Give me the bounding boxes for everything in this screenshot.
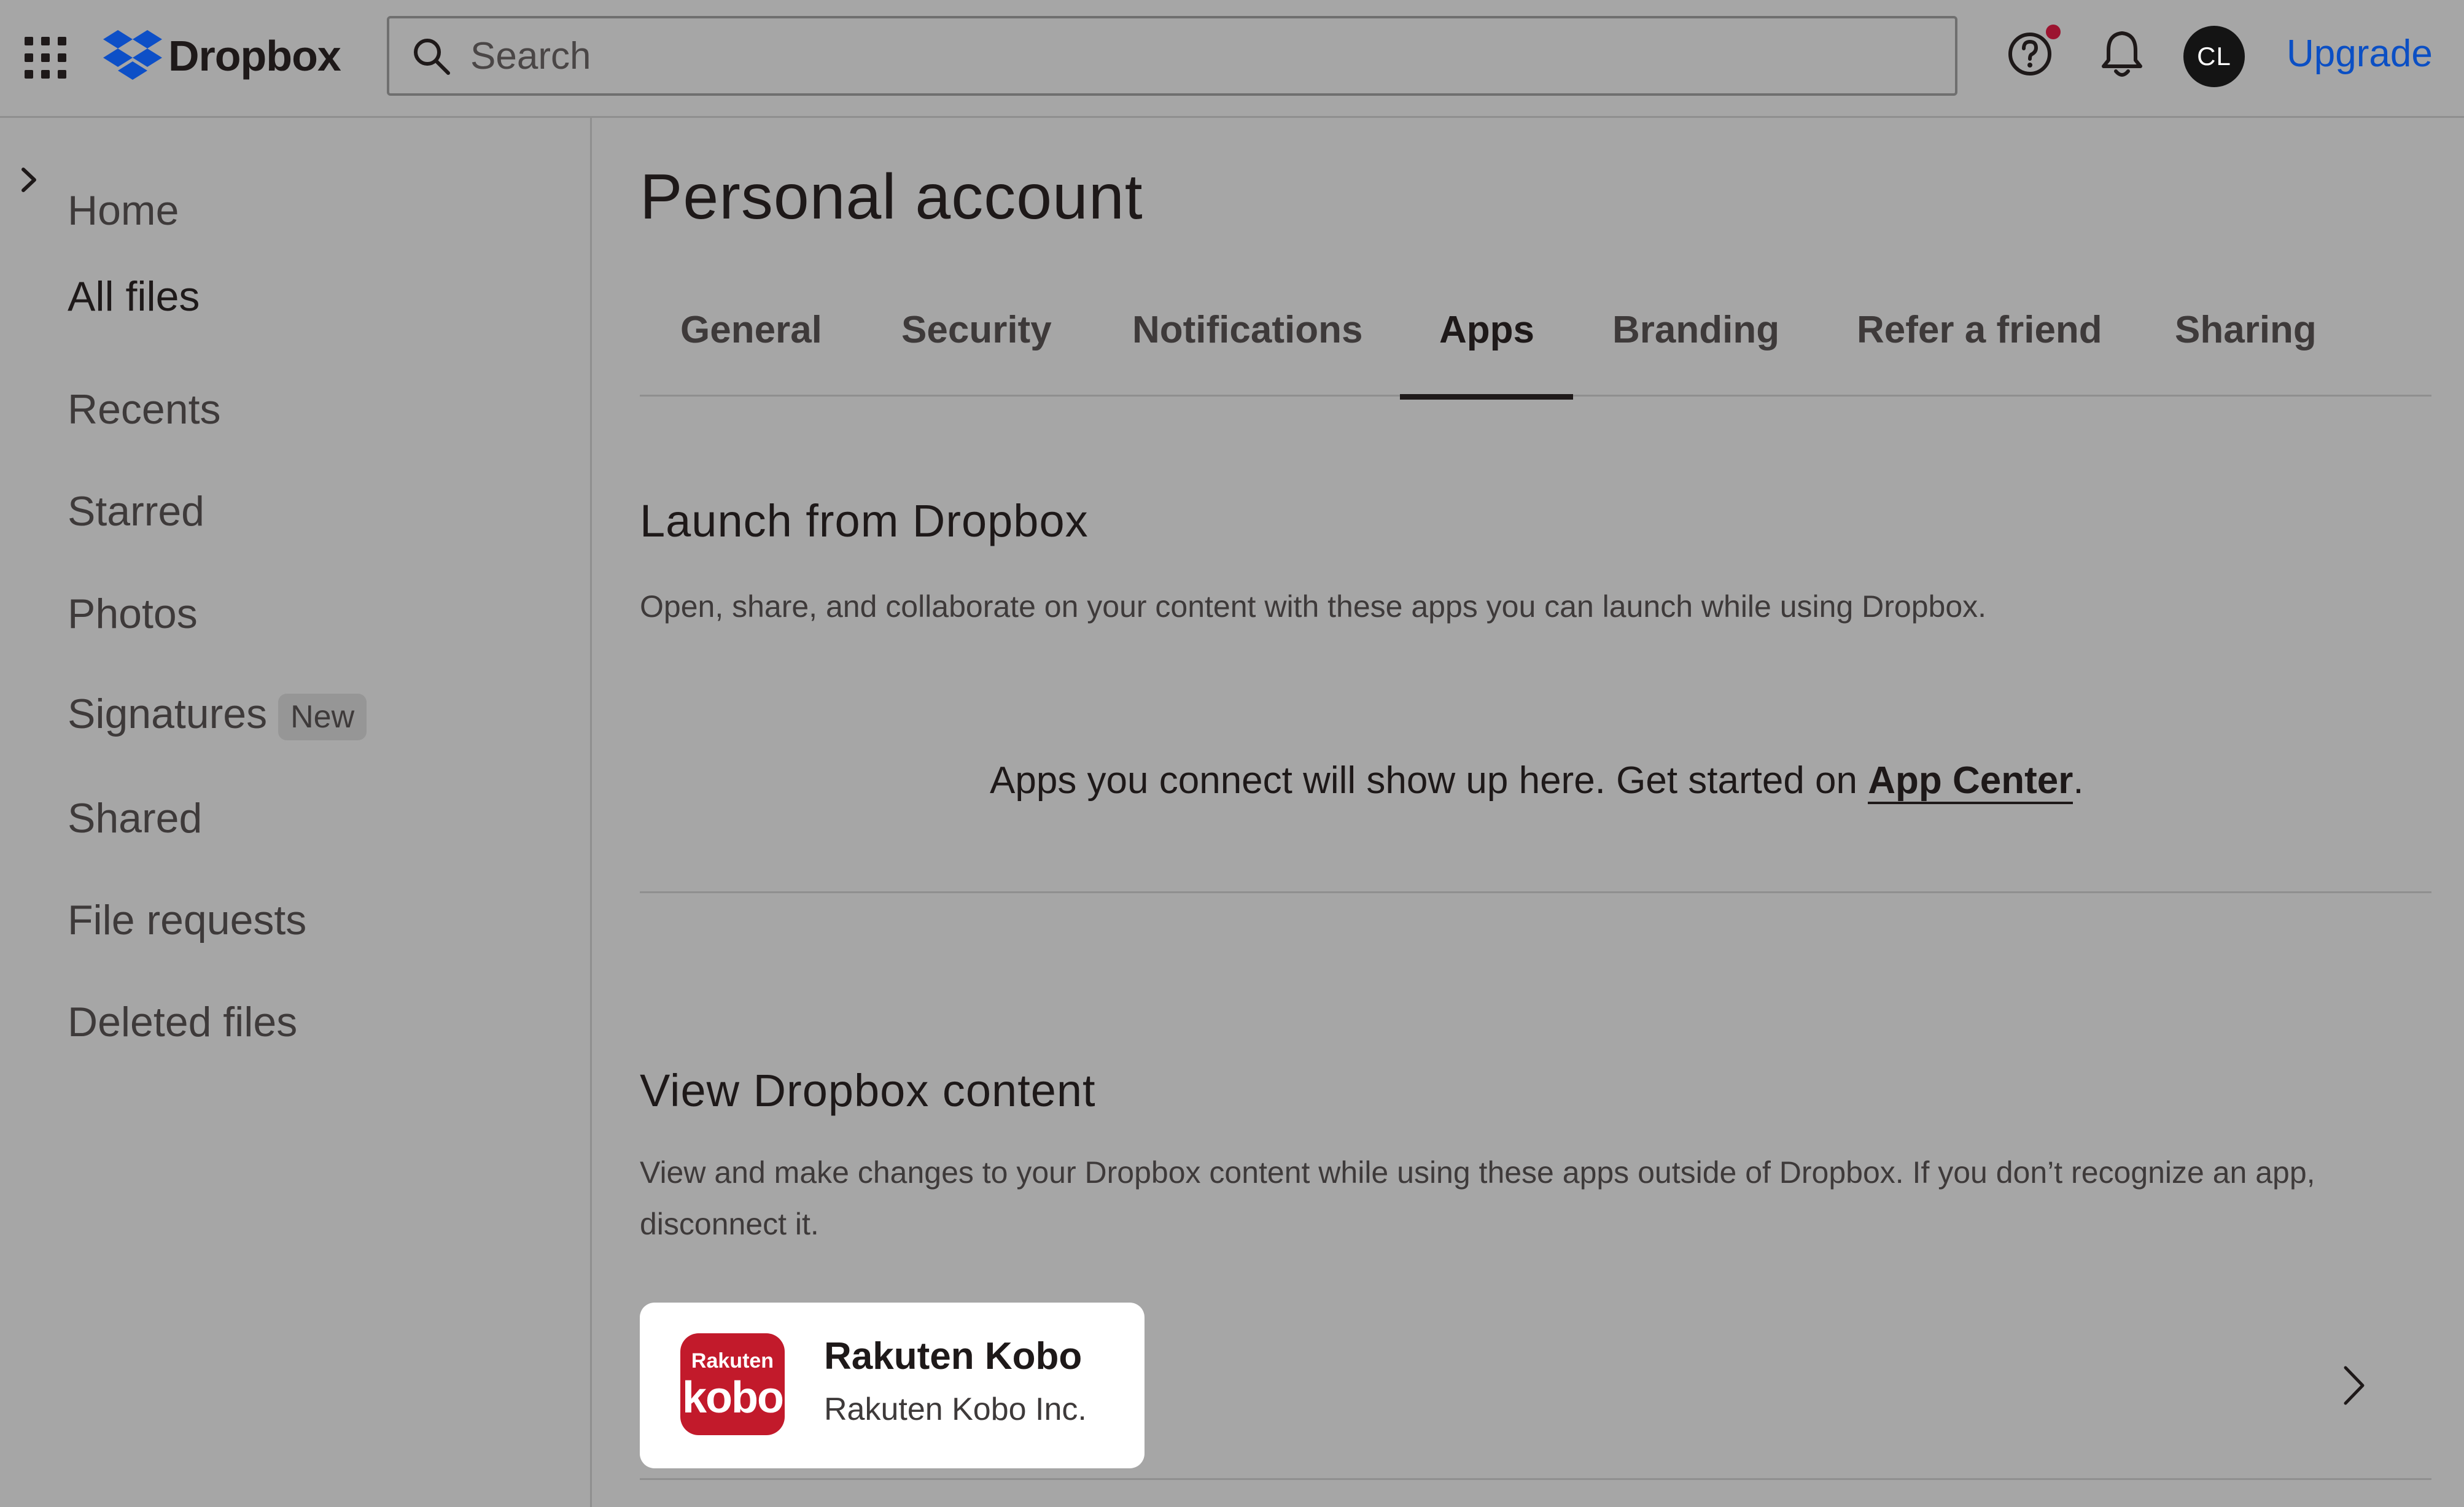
kobo-logo-icon: Rakuten kobo	[680, 1333, 785, 1435]
tab-apps[interactable]: Apps	[1439, 308, 1534, 352]
tab-security[interactable]: Security	[901, 308, 1052, 352]
sidebar-item-shared[interactable]: Shared	[68, 794, 202, 842]
help-icon[interactable]	[2005, 29, 2054, 79]
settings-tabs: General Security Notifications Apps Bran…	[640, 295, 2431, 397]
search-input[interactable]	[469, 33, 1884, 79]
view-section-description: View and make changes to your Dropbox co…	[640, 1155, 2315, 1241]
sidebar-item-deleted-files[interactable]: Deleted files	[68, 998, 297, 1046]
sidebar-item-home[interactable]: Home	[68, 187, 179, 234]
app-developer: Rakuten Kobo Inc.	[824, 1392, 1087, 1427]
empty-state-text: Apps you connect will show up here. Get …	[990, 759, 1868, 802]
dropbox-logo[interactable]: Dropbox	[103, 28, 341, 83]
sidebar-item-file-requests[interactable]: File requests	[68, 896, 306, 944]
row-divider	[640, 1478, 2431, 1480]
app-grid-icon[interactable]	[25, 37, 66, 79]
top-bar: Dropbox CL Upgrade	[0, 0, 2464, 118]
app-row-rakuten-kobo[interactable]: Rakuten kobo Rakuten Kobo Rakuten Kobo I…	[640, 1303, 1145, 1468]
sidebar-item-signatures[interactable]: Signatures New	[68, 690, 367, 741]
dropbox-wordmark: Dropbox	[168, 32, 341, 80]
sidebar-item-label: Signatures	[68, 691, 268, 737]
tab-branding[interactable]: Branding	[1612, 308, 1779, 352]
upgrade-link[interactable]: Upgrade	[2287, 32, 2433, 76]
chevron-right-icon[interactable]	[2341, 1364, 2368, 1407]
launch-section-title: Launch from Dropbox	[640, 495, 1089, 546]
sidebar-item-all-files[interactable]: All files	[68, 273, 200, 320]
sidebar-item-recents[interactable]: Recents	[68, 385, 220, 433]
empty-state-suffix: .	[2073, 759, 2084, 802]
search-icon	[414, 39, 450, 75]
page-title: Personal account	[640, 161, 1143, 233]
launch-empty-state: Apps you connect will show up here. Get …	[990, 759, 2084, 804]
dropbox-logo-icon	[103, 30, 162, 80]
tab-sharing[interactable]: Sharing	[2175, 308, 2317, 352]
sidebar-item-photos[interactable]: Photos	[68, 590, 198, 638]
avatar[interactable]: CL	[2183, 26, 2245, 87]
bell-icon[interactable]	[2097, 28, 2147, 80]
tab-notifications[interactable]: Notifications	[1132, 308, 1362, 352]
app-name: Rakuten Kobo	[824, 1335, 1082, 1377]
app-center-link[interactable]: App Center	[1868, 759, 2073, 804]
tab-refer-a-friend[interactable]: Refer a friend	[1857, 308, 2102, 352]
new-badge: New	[278, 694, 367, 741]
search-bar[interactable]	[387, 16, 1957, 96]
launch-section-description: Open, share, and collaborate on your con…	[640, 589, 1987, 624]
chevron-right-icon[interactable]	[17, 165, 41, 195]
active-tab-indicator	[1400, 394, 1573, 400]
view-section-title: View Dropbox content	[640, 1065, 1096, 1116]
notification-dot	[2046, 25, 2061, 39]
tab-general[interactable]: General	[680, 308, 822, 352]
sidebar-item-starred[interactable]: Starred	[68, 487, 204, 535]
section-divider	[640, 891, 2431, 893]
